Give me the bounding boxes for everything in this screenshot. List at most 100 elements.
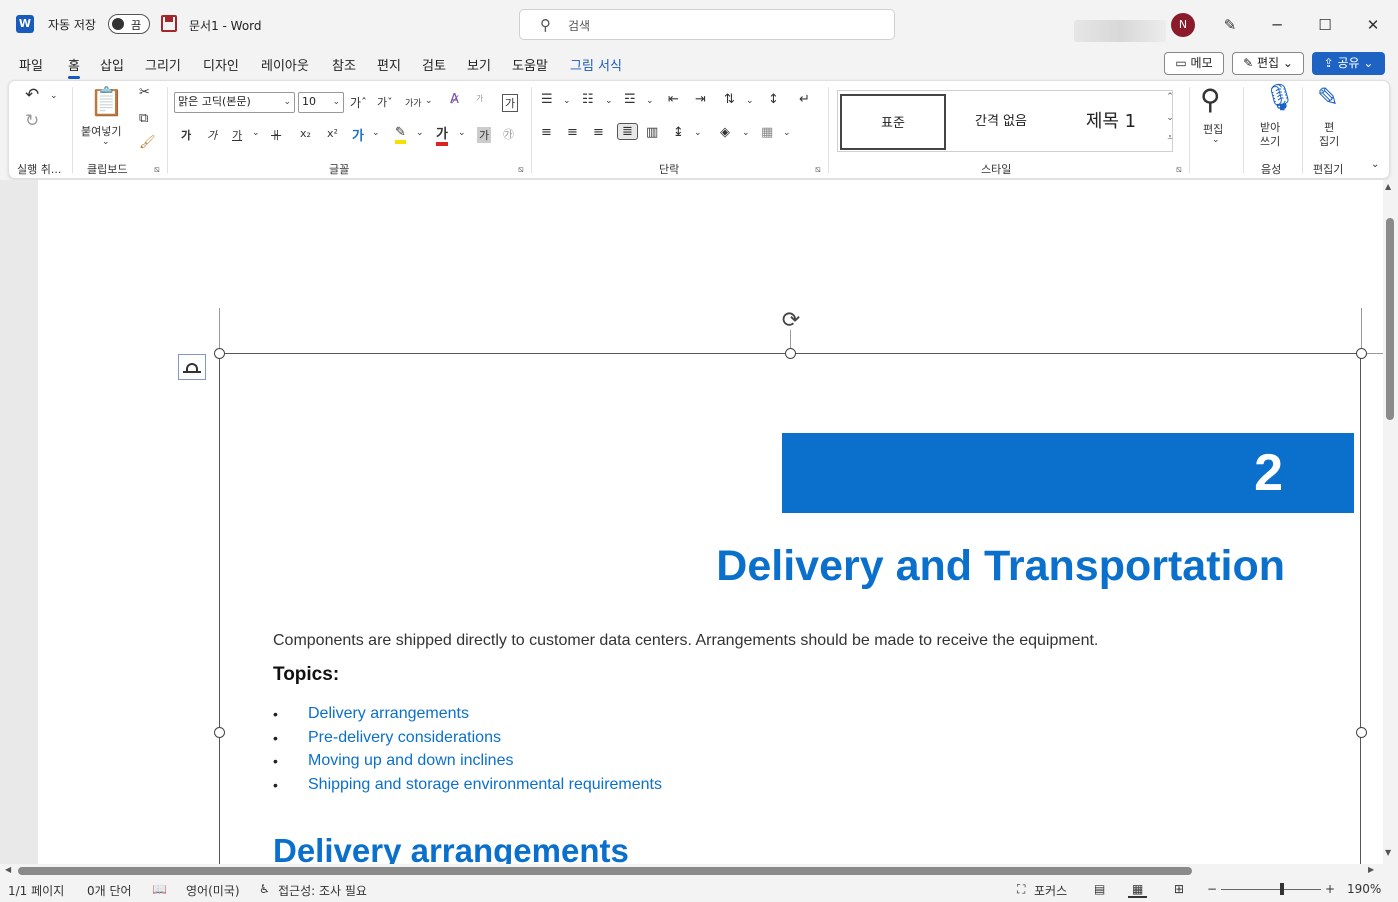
zoom-out-icon[interactable]: − — [1207, 882, 1217, 896]
focus-icon[interactable]: ⛶ — [1017, 882, 1025, 897]
grow-font-icon[interactable]: 가ˆ — [350, 94, 367, 111]
copy-icon[interactable]: ⧉ — [139, 111, 148, 126]
editor-label[interactable]: 편 집기 — [1319, 121, 1339, 149]
paragraph-launcher-icon[interactable]: ⧅ — [815, 165, 821, 175]
styles-scroll-up-icon[interactable]: ⌃ — [1164, 92, 1176, 102]
subscript-button[interactable]: x₂ — [300, 127, 311, 140]
italic-button[interactable]: 가 — [207, 127, 217, 143]
chevron-down-icon[interactable]: ⌄ — [372, 128, 380, 138]
show-marks-icon[interactable]: ↵ — [799, 92, 810, 107]
underline-button[interactable]: 가 — [232, 127, 242, 143]
align-center-icon[interactable]: ≡ — [567, 125, 578, 140]
tab-layout[interactable]: 레이아웃 — [261, 55, 309, 74]
ribbon-collapse-icon[interactable]: ⌄ — [1371, 159, 1379, 170]
undo-icon[interactable]: ↶ — [25, 85, 39, 105]
maximize-button[interactable]: ☐ — [1313, 13, 1337, 37]
clear-formatting-icon[interactable]: A̷ — [450, 92, 459, 107]
tab-help[interactable]: 도움말 — [512, 55, 548, 74]
paste-icon[interactable]: 📋 — [89, 85, 124, 118]
accessibility-icon[interactable]: ♿ — [259, 882, 270, 896]
dictate-icon[interactable]: 🎙 — [1263, 83, 1296, 113]
vertical-scroll-thumb[interactable] — [1386, 218, 1394, 420]
line-spacing-icon[interactable]: ↨ — [673, 125, 684, 140]
clipboard-launcher-icon[interactable]: ⧅ — [154, 165, 160, 175]
tab-mailings[interactable]: 편지 — [377, 55, 401, 74]
multilevel-list-icon[interactable]: ☲ — [624, 92, 636, 107]
tab-file[interactable]: 파일 — [19, 55, 43, 74]
horizontal-scrollbar[interactable]: ◀ ▶ — [0, 864, 1383, 878]
zoom-level[interactable]: 190% — [1347, 882, 1381, 896]
font-size-select[interactable]: 10 ⌄ — [298, 92, 344, 113]
increase-indent-icon[interactable]: ⇥ — [695, 92, 706, 107]
align-right-icon[interactable]: ≡ — [593, 125, 604, 140]
text-effects-icon[interactable]: 가 — [352, 125, 364, 144]
page-count[interactable]: 1/1 페이지 — [8, 882, 64, 899]
search-input[interactable]: ⚲ 검색 — [519, 9, 895, 40]
chevron-down-icon[interactable]: ⌄ — [1212, 135, 1220, 145]
change-case-icon[interactable]: 가가 — [405, 96, 422, 109]
shrink-font-icon[interactable]: 가ˇ — [377, 94, 393, 110]
chevron-down-icon[interactable]: ⌄ — [458, 128, 466, 138]
topic-link[interactable]: • Pre-delivery considerations — [273, 729, 662, 753]
chevron-down-icon[interactable]: ⌄ — [252, 128, 260, 138]
resize-handle-right[interactable] — [1356, 727, 1367, 738]
chevron-down-icon[interactable]: ⌄ — [646, 96, 654, 106]
proofing-icon[interactable]: 📖 — [152, 882, 167, 896]
decrease-indent-icon[interactable]: ⇤ — [668, 92, 679, 107]
character-border-icon[interactable]: 가 — [502, 94, 519, 112]
pen-icon[interactable]: ✎ — [1218, 13, 1242, 37]
undo-dropdown-icon[interactable]: ⌄ — [50, 91, 58, 101]
zoom-slider[interactable] — [1221, 889, 1321, 890]
scroll-up-icon[interactable]: ▲ — [1385, 182, 1391, 191]
chevron-down-icon[interactable]: ⌄ — [563, 96, 571, 106]
shading-icon[interactable]: ◈ — [720, 125, 730, 140]
topic-link[interactable]: • Delivery arrangements — [273, 705, 662, 729]
align-left-icon[interactable]: ≡ — [541, 125, 552, 140]
share-button[interactable]: ⇪ 공유 ⌄ — [1312, 52, 1385, 75]
print-layout-icon[interactable]: ▦ — [1128, 882, 1148, 898]
find-icon[interactable]: ⚲ — [1200, 83, 1221, 116]
document-page[interactable]: ⟳ 2 Delivery and Transportation Componen… — [38, 180, 1383, 864]
rotate-handle-icon[interactable]: ⟳ — [779, 309, 803, 333]
chevron-down-icon[interactable]: ⌄ — [746, 96, 754, 106]
font-name-select[interactable]: 맑은 고딕(본문) ⌄ — [174, 92, 295, 113]
zoom-slider-thumb[interactable] — [1280, 883, 1284, 895]
word-count[interactable]: 0개 단어 — [87, 882, 132, 899]
justify-icon[interactable]: ≣ — [617, 123, 638, 140]
tab-draw[interactable]: 그리기 — [145, 55, 181, 74]
numbering-icon[interactable]: ☷ — [582, 92, 594, 107]
comments-button[interactable]: ▭ 메모 — [1164, 52, 1224, 75]
tab-design[interactable]: 디자인 — [203, 55, 239, 74]
styles-launcher-icon[interactable]: ⧅ — [1176, 165, 1182, 175]
chevron-down-icon[interactable]: ⌄ — [783, 128, 791, 138]
editing-mode-button[interactable]: ✎ 편집 ⌄ — [1232, 52, 1304, 75]
scroll-down-icon[interactable]: ▼ — [1385, 848, 1391, 857]
redo-icon[interactable]: ↻ — [25, 111, 39, 131]
bold-button[interactable]: 가 — [181, 127, 191, 143]
phonetic-guide-icon[interactable]: 가 — [476, 93, 483, 104]
scroll-right-icon[interactable]: ▶ — [1368, 865, 1374, 874]
vertical-scrollbar[interactable]: ▲ ▼ — [1383, 180, 1398, 864]
language[interactable]: 영어(미국) — [186, 882, 240, 899]
resize-handle-top-right[interactable] — [1356, 348, 1367, 359]
topic-link[interactable]: • Moving up and down inclines — [273, 752, 662, 776]
read-mode-icon[interactable]: ▤ — [1094, 882, 1105, 896]
strikethrough-button[interactable]: ㅐ — [271, 127, 281, 143]
chevron-down-icon[interactable]: ⌄ — [425, 96, 433, 106]
tab-review[interactable]: 검토 — [422, 55, 446, 74]
chevron-down-icon[interactable]: ⌄ — [416, 128, 424, 138]
tab-view[interactable]: 보기 — [467, 55, 491, 74]
cut-icon[interactable]: ✂ — [139, 85, 150, 100]
style-heading-1[interactable]: 제목 1 — [1056, 94, 1166, 150]
focus-mode[interactable]: 포커스 — [1034, 882, 1067, 899]
horizontal-scroll-thumb[interactable] — [18, 867, 1192, 875]
superscript-button[interactable]: x² — [327, 127, 338, 140]
chevron-down-icon[interactable]: ⌄ — [694, 128, 702, 138]
layout-options-icon[interactable] — [178, 354, 206, 380]
tab-picture-format[interactable]: 그림 서식 — [570, 55, 622, 74]
close-button[interactable]: ✕ — [1361, 13, 1385, 37]
highlight-icon[interactable]: ✎ — [395, 125, 406, 144]
chevron-down-icon[interactable]: ⌄ — [605, 96, 613, 106]
distributed-icon[interactable]: ▥ — [646, 125, 658, 140]
style-normal[interactable]: 표준 — [840, 94, 946, 150]
